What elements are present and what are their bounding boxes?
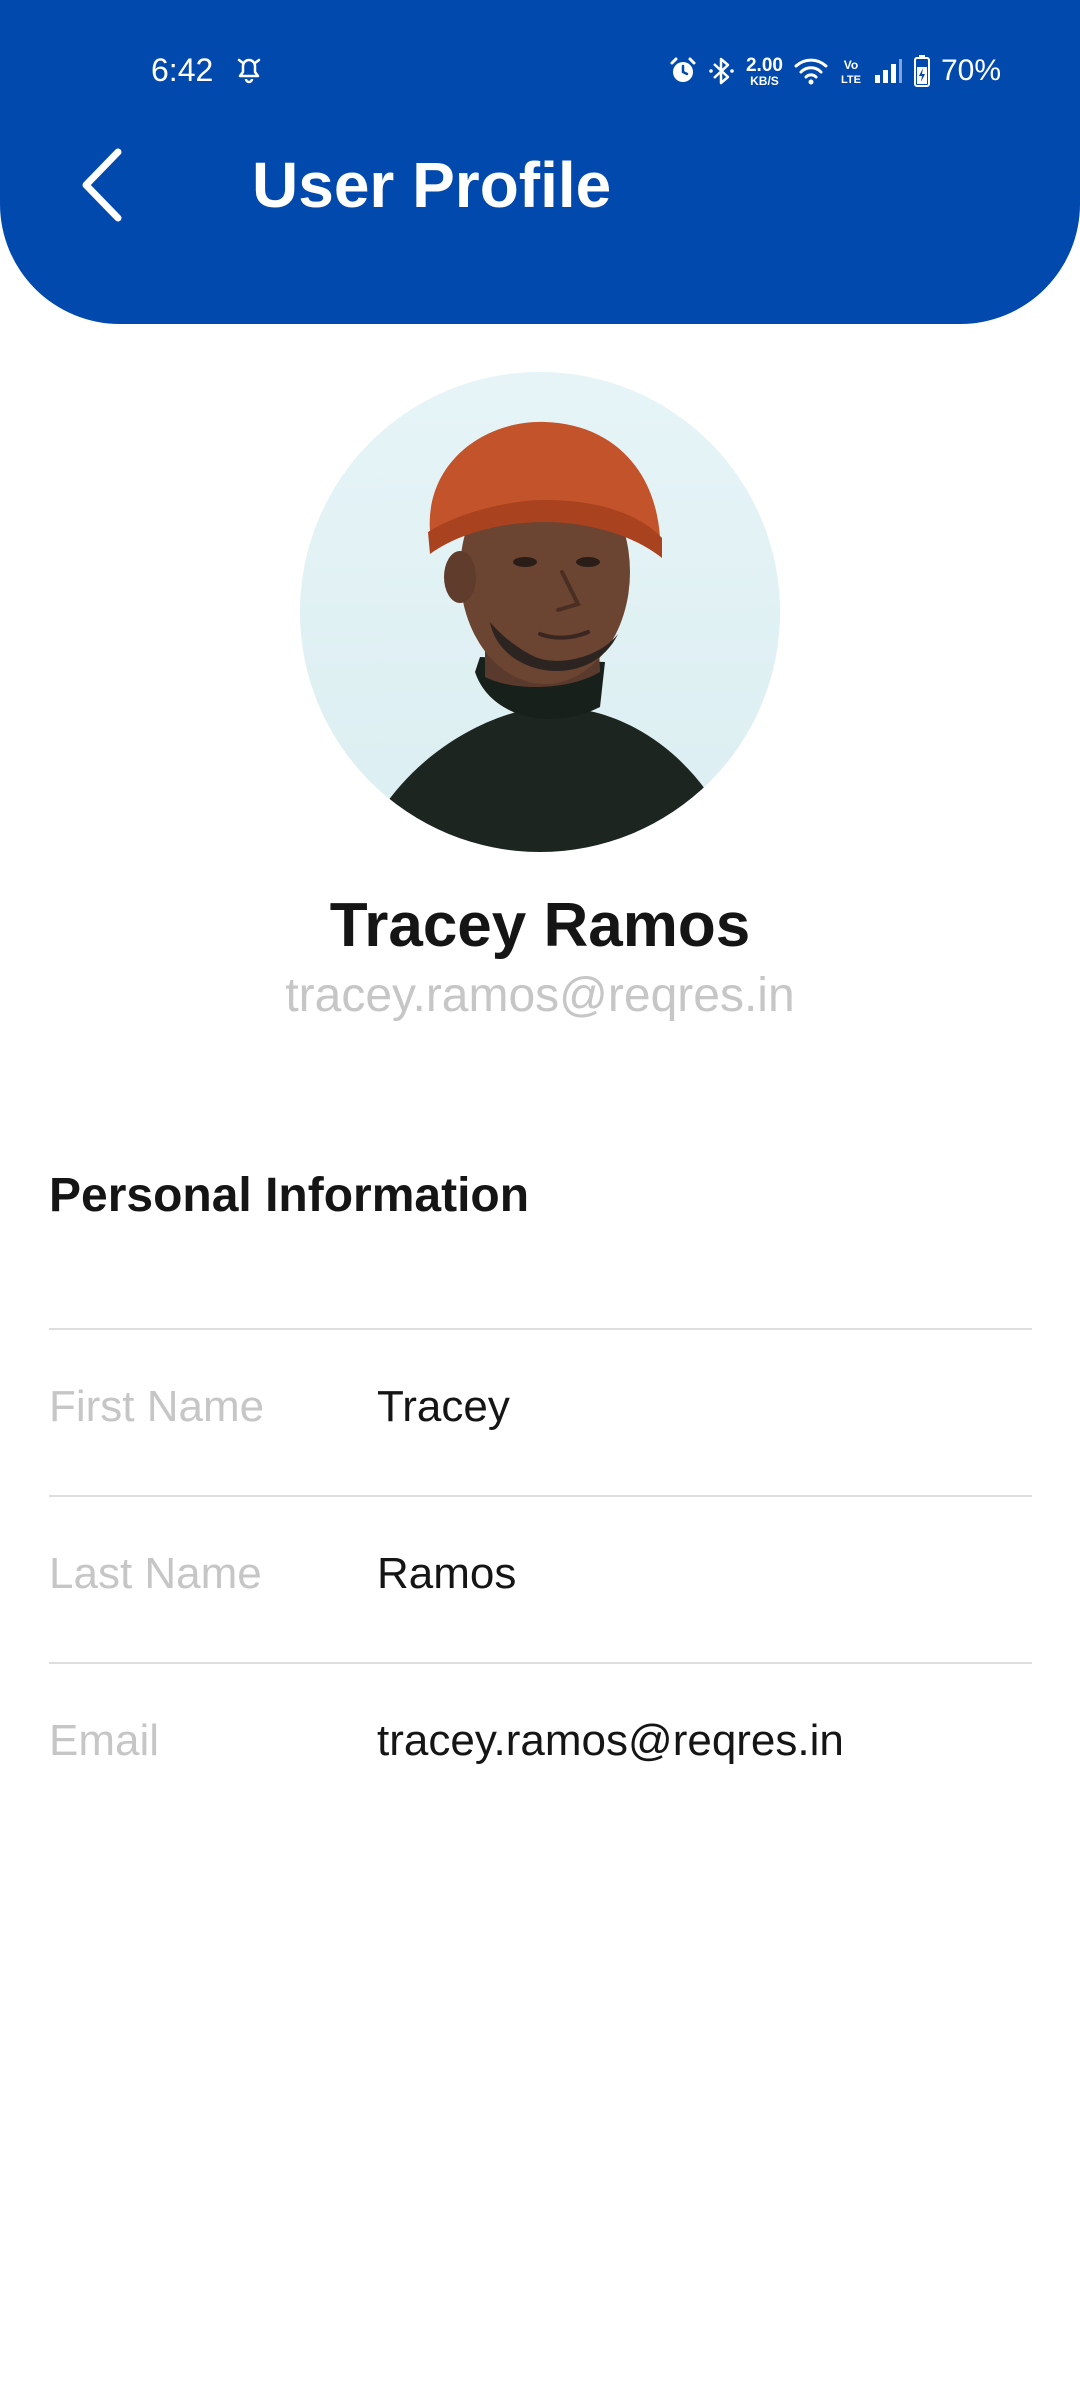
info-row-last-name: Last Name Ramos: [49, 1495, 1032, 1662]
last-name-value: Ramos: [377, 1549, 517, 1598]
bluetooth-icon: [708, 55, 736, 87]
volte-icon: Vo LTE: [839, 56, 863, 86]
avatar-photo: [300, 372, 780, 852]
data-rate-unit: KB/S: [750, 73, 779, 88]
info-row-email: Email tracey.ramos@reqres.in: [49, 1662, 1032, 1829]
back-button[interactable]: [68, 140, 148, 230]
personal-info-list: First Name Tracey Last Name Ramos Email …: [49, 1328, 1032, 1829]
info-row-first-name: First Name Tracey: [49, 1328, 1032, 1495]
last-name-label: Last Name: [49, 1549, 262, 1598]
wifi-icon: [793, 56, 829, 86]
chevron-left-icon: [82, 148, 122, 222]
battery-charging-icon: [913, 54, 931, 88]
section-title-personal-information: Personal Information: [49, 1169, 530, 1222]
svg-text:Vo: Vo: [844, 58, 858, 72]
first-name-label: First Name: [49, 1382, 265, 1431]
app-header: 6:42 2.00 KB/S Vo LTE 70% User Profile: [0, 0, 1080, 324]
status-time: 6:42: [151, 52, 214, 88]
email-label: Email: [49, 1716, 160, 1765]
status-bar: 6:42 2.00 KB/S Vo LTE 70%: [0, 40, 1080, 100]
email-value: tracey.ramos@reqres.in: [377, 1716, 844, 1765]
profile-name: Tracey Ramos: [329, 891, 751, 960]
status-icons: 2.00 KB/S Vo LTE 70%: [668, 50, 1001, 92]
alarm-icon: [668, 56, 698, 86]
signal-icon: [873, 57, 903, 85]
page-title: User Profile: [252, 149, 612, 221]
avatar: [300, 372, 780, 852]
svg-text:LTE: LTE: [841, 74, 861, 86]
first-name-value: Tracey: [377, 1382, 510, 1431]
data-rate-value: 2.00: [745, 54, 783, 76]
bell-icon: [234, 54, 264, 84]
battery-percent: 70%: [940, 54, 1001, 87]
profile-email: tracey.ramos@reqres.in: [285, 969, 795, 1022]
data-rate: 2.00 KB/S: [746, 56, 783, 87]
